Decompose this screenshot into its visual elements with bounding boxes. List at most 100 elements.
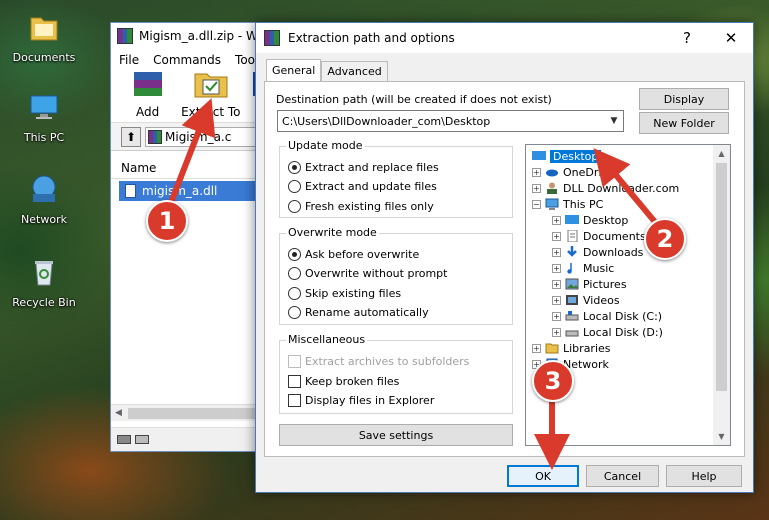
tree-label: This PC [563, 197, 604, 211]
tree-item-onedrive[interactable]: + OneDrive [532, 164, 615, 180]
tree-label: Desktop [550, 149, 602, 163]
scroll-down-icon[interactable]: ▼ [713, 428, 730, 445]
radio-button[interactable] [288, 287, 301, 300]
column-name-label: Name [121, 160, 157, 175]
expand-plus-icon[interactable]: + [552, 311, 561, 321]
expand-plus-icon[interactable]: + [552, 263, 561, 273]
desktop-icon-this-pc[interactable]: This PC [6, 90, 82, 144]
column-header-name[interactable]: Name [111, 157, 269, 179]
collapse-minus-icon[interactable]: − [532, 199, 541, 209]
desktop-icon-documents[interactable]: Documents [6, 10, 82, 64]
radio-extract-replace[interactable]: Extract and replace files [288, 161, 439, 174]
expand-plus-icon[interactable]: + [552, 327, 561, 337]
add-button[interactable]: Add [123, 66, 172, 122]
tree-item-libraries[interactable]: + Libraries [532, 340, 611, 356]
help-title-button[interactable]: ? [665, 23, 709, 53]
display-button[interactable]: Display [639, 88, 729, 110]
new-folder-button[interactable]: New Folder [639, 112, 729, 134]
expand-plus-icon[interactable]: + [552, 231, 561, 241]
expand-plus-icon[interactable]: + [532, 183, 541, 193]
option-label: Extract archives to subfolders [305, 355, 470, 368]
tree-item-local-disk-c[interactable]: + Local Disk (C:) [552, 308, 662, 324]
up-folder-button[interactable]: ⬆ [121, 126, 141, 147]
dialog-tabs: General Advanced [266, 59, 388, 81]
help-button[interactable]: Help [666, 465, 742, 487]
radio-ask-before-overwrite[interactable]: Ask before overwrite [288, 248, 419, 261]
option-label: Ask before overwrite [305, 248, 420, 261]
radio-button[interactable] [288, 180, 301, 193]
option-label: Extract and update files [305, 180, 437, 193]
destination-path-combo[interactable]: C:\Users\DllDownloader_com\Desktop ▼ [277, 110, 624, 132]
desktop-icon-network[interactable]: Network [6, 172, 82, 226]
scrollbar-thumb[interactable] [127, 407, 258, 419]
expand-plus-icon[interactable]: + [552, 279, 561, 289]
tree-item-videos[interactable]: + Videos [552, 292, 620, 308]
tree-item-music[interactable]: + Music [552, 260, 614, 276]
tree-label: Libraries [563, 341, 611, 355]
winrar-title: Migism_a.dll.zip - W [139, 29, 258, 43]
radio-skip-existing[interactable]: Skip existing files [288, 287, 401, 300]
desktop-icon [565, 215, 579, 224]
close-icon[interactable]: ✕ [709, 23, 753, 53]
winrar-icon [264, 30, 280, 46]
checkbox-keep-broken-files[interactable]: Keep broken files [288, 375, 399, 388]
extract-to-button[interactable]: Extract To [180, 66, 241, 122]
extraction-dialog: Extraction path and options ? ✕ General … [255, 22, 754, 493]
tree-item-this-pc[interactable]: − This PC [532, 196, 603, 212]
tab-advanced[interactable]: Advanced [321, 61, 388, 81]
cancel-button[interactable]: Cancel [586, 465, 659, 487]
update-mode-title: Update mode [286, 139, 365, 152]
scroll-left-icon[interactable]: ◀ [115, 408, 122, 418]
radio-fresh-existing[interactable]: Fresh existing files only [288, 200, 434, 213]
radio-rename-automatically[interactable]: Rename automatically [288, 306, 429, 319]
tab-general[interactable]: General [266, 59, 322, 81]
computer-icon [545, 198, 559, 210]
tree-item-user[interactable]: + DLL Downloader.com [532, 180, 679, 196]
radio-button[interactable] [288, 200, 301, 213]
checkbox-display-in-explorer[interactable]: Display files in Explorer [288, 394, 434, 407]
expand-plus-icon[interactable]: + [552, 247, 561, 257]
option-label: Display files in Explorer [305, 394, 435, 407]
tree-item-pictures[interactable]: + Pictures [552, 276, 627, 292]
network-icon [32, 175, 56, 202]
radio-overwrite-without-prompt[interactable]: Overwrite without prompt [288, 267, 447, 280]
tree-item-desktop[interactable]: Desktop [532, 148, 602, 164]
tree-item-local-disk-d[interactable]: + Local Disk (D:) [552, 324, 663, 340]
tree-item-pc-desktop[interactable]: + Desktop [552, 212, 628, 228]
scrollbar-thumb[interactable] [716, 163, 727, 391]
checkbox[interactable] [288, 394, 301, 407]
tree-item-documents[interactable]: + Documents [552, 228, 646, 244]
chevron-down-icon[interactable]: ▼ [605, 111, 623, 131]
ok-button[interactable]: OK [507, 465, 579, 487]
radio-extract-update[interactable]: Extract and update files [288, 180, 437, 193]
drive-icon [565, 311, 579, 321]
expand-plus-icon[interactable]: + [532, 167, 541, 177]
tree-vertical-scrollbar[interactable]: ▲ ▼ [713, 145, 730, 445]
radio-button[interactable] [288, 267, 301, 280]
checkbox[interactable] [288, 375, 301, 388]
scroll-up-icon[interactable]: ▲ [713, 145, 730, 162]
radio-button[interactable] [288, 306, 301, 319]
radio-button-checked[interactable] [288, 161, 301, 174]
computer-icon [30, 95, 58, 119]
radio-button-checked[interactable] [288, 248, 301, 261]
tree-label: Documents [583, 229, 646, 243]
file-row[interactable]: migism_a.dll [119, 181, 267, 201]
desktop-icon-recycle-bin[interactable]: Recycle Bin [6, 255, 82, 309]
expand-plus-icon[interactable]: + [532, 343, 541, 353]
expand-plus-icon[interactable]: + [552, 295, 561, 305]
extract-to-label: Extract To [181, 105, 241, 119]
tree-item-downloads[interactable]: + Downloads [552, 244, 643, 260]
archive-path: Migism_a.c [165, 129, 232, 144]
save-settings-button[interactable]: Save settings [279, 424, 513, 446]
expand-plus-icon[interactable]: + [552, 215, 561, 225]
music-icon [567, 263, 572, 274]
dialog-titlebar: Extraction path and options ? ✕ [256, 23, 753, 53]
winrar-statusbar [111, 427, 269, 451]
step-badge-3: 3 [532, 360, 574, 402]
menu-commands[interactable]: Commands [145, 53, 227, 67]
checkbox-extract-to-subfolders: Extract archives to subfolders [288, 355, 469, 368]
horizontal-scrollbar[interactable]: ◀ [111, 404, 269, 421]
archive-path-field[interactable]: Migism_a.c [145, 126, 269, 147]
menu-file[interactable]: File [111, 53, 145, 67]
